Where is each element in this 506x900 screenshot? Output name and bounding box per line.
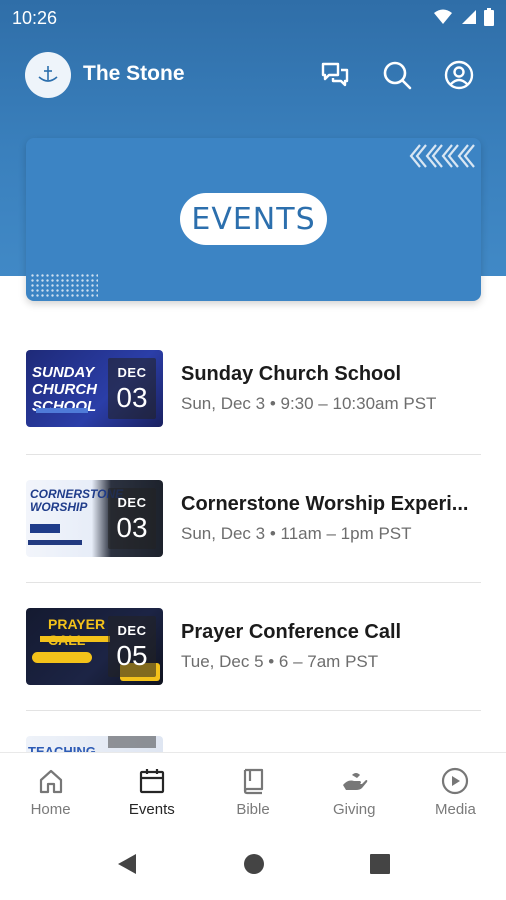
event-title: Sunday Church School [181, 362, 402, 385]
account-button[interactable] [442, 58, 476, 92]
nav-label: Home [30, 801, 71, 818]
nav-label: Events [128, 801, 175, 818]
nav-giving[interactable]: Giving [304, 753, 405, 832]
date-month: DEC [117, 494, 147, 510]
event-title: Prayer Conference Call [181, 620, 402, 643]
app-bar: The Stone [0, 48, 506, 102]
event-thumbnail: CORNERSTONE WORSHIP DEC 03 [26, 479, 163, 557]
logo-icon [38, 66, 58, 82]
status-icons [434, 8, 494, 26]
date-badge: DEC 03 [108, 357, 156, 419]
events-pill: EVENTS [180, 193, 327, 245]
giving-hand-icon [343, 773, 368, 790]
chevrons-icon [409, 144, 475, 168]
search-button[interactable] [380, 58, 414, 92]
church-logo[interactable] [25, 52, 71, 98]
event-item[interactable]: SUNDAY CHURCH SCHOOL DEC 03 Sunday Churc… [26, 324, 481, 452]
dots-decoration [30, 273, 98, 297]
play-circle-icon [442, 767, 469, 795]
date-badge: DEC 05 [108, 615, 156, 677]
search-icon [383, 61, 412, 90]
date-month: DEC [117, 364, 147, 380]
events-banner: EVENTS [26, 138, 481, 301]
event-item[interactable]: CORNERSTONE WORSHIP DEC 03 Cornerstone W… [26, 454, 481, 582]
chat-icon [321, 62, 349, 87]
event-title: Cornerstone Worship Experi... [181, 492, 469, 515]
status-bar: 10:26 [0, 0, 506, 36]
date-day: 05 [116, 639, 148, 671]
nav-bible[interactable]: Bible [202, 753, 303, 832]
book-icon [243, 768, 264, 795]
bottom-navigation: Home Events Bible Giving Media [0, 752, 506, 832]
nav-label: Bible [236, 801, 270, 818]
event-datetime: Sun, Dec 3 • 11am – 1pm PST [181, 523, 412, 543]
home-icon [39, 769, 62, 794]
calendar-icon [139, 769, 164, 794]
event-thumbnail: PRAYER CALL DEC 05 [26, 607, 163, 685]
nav-home[interactable]: Home [0, 753, 101, 832]
chevrons-decoration [408, 142, 476, 175]
nav-events[interactable]: Events [101, 753, 202, 832]
account-icon [444, 60, 474, 90]
date-badge: DEC 03 [108, 487, 156, 549]
event-datetime: Tue, Dec 5 • 6 – 7am PST [181, 651, 379, 671]
banner-label: EVENTS [191, 201, 316, 237]
app-title: The Stone [83, 62, 185, 85]
system-navigation [0, 832, 506, 900]
date-day: 03 [116, 511, 148, 543]
home-circle-icon[interactable] [243, 852, 265, 876]
event-thumbnail: SUNDAY CHURCH SCHOOL DEC 03 [26, 349, 163, 427]
nav-label: Media [434, 801, 476, 818]
thumbnail-text: CORNERSTONE WORSHIP [30, 486, 124, 514]
event-item[interactable]: PRAYER CALL DEC 05 Prayer Conference Cal… [26, 582, 481, 710]
event-datetime: Sun, Dec 3 • 9:30 – 10:30am PST [181, 393, 437, 413]
status-time: 10:26 [12, 8, 58, 28]
nav-media[interactable]: Media [405, 753, 506, 832]
wifi-icon [434, 9, 452, 24]
signal-icon [462, 10, 476, 24]
nav-label: Giving [332, 801, 376, 818]
date-month: DEC [117, 622, 147, 638]
messages-button[interactable] [318, 58, 352, 92]
back-icon[interactable] [116, 852, 138, 876]
date-day: 03 [116, 381, 148, 413]
recents-icon[interactable] [369, 852, 391, 876]
battery-icon [484, 8, 494, 26]
